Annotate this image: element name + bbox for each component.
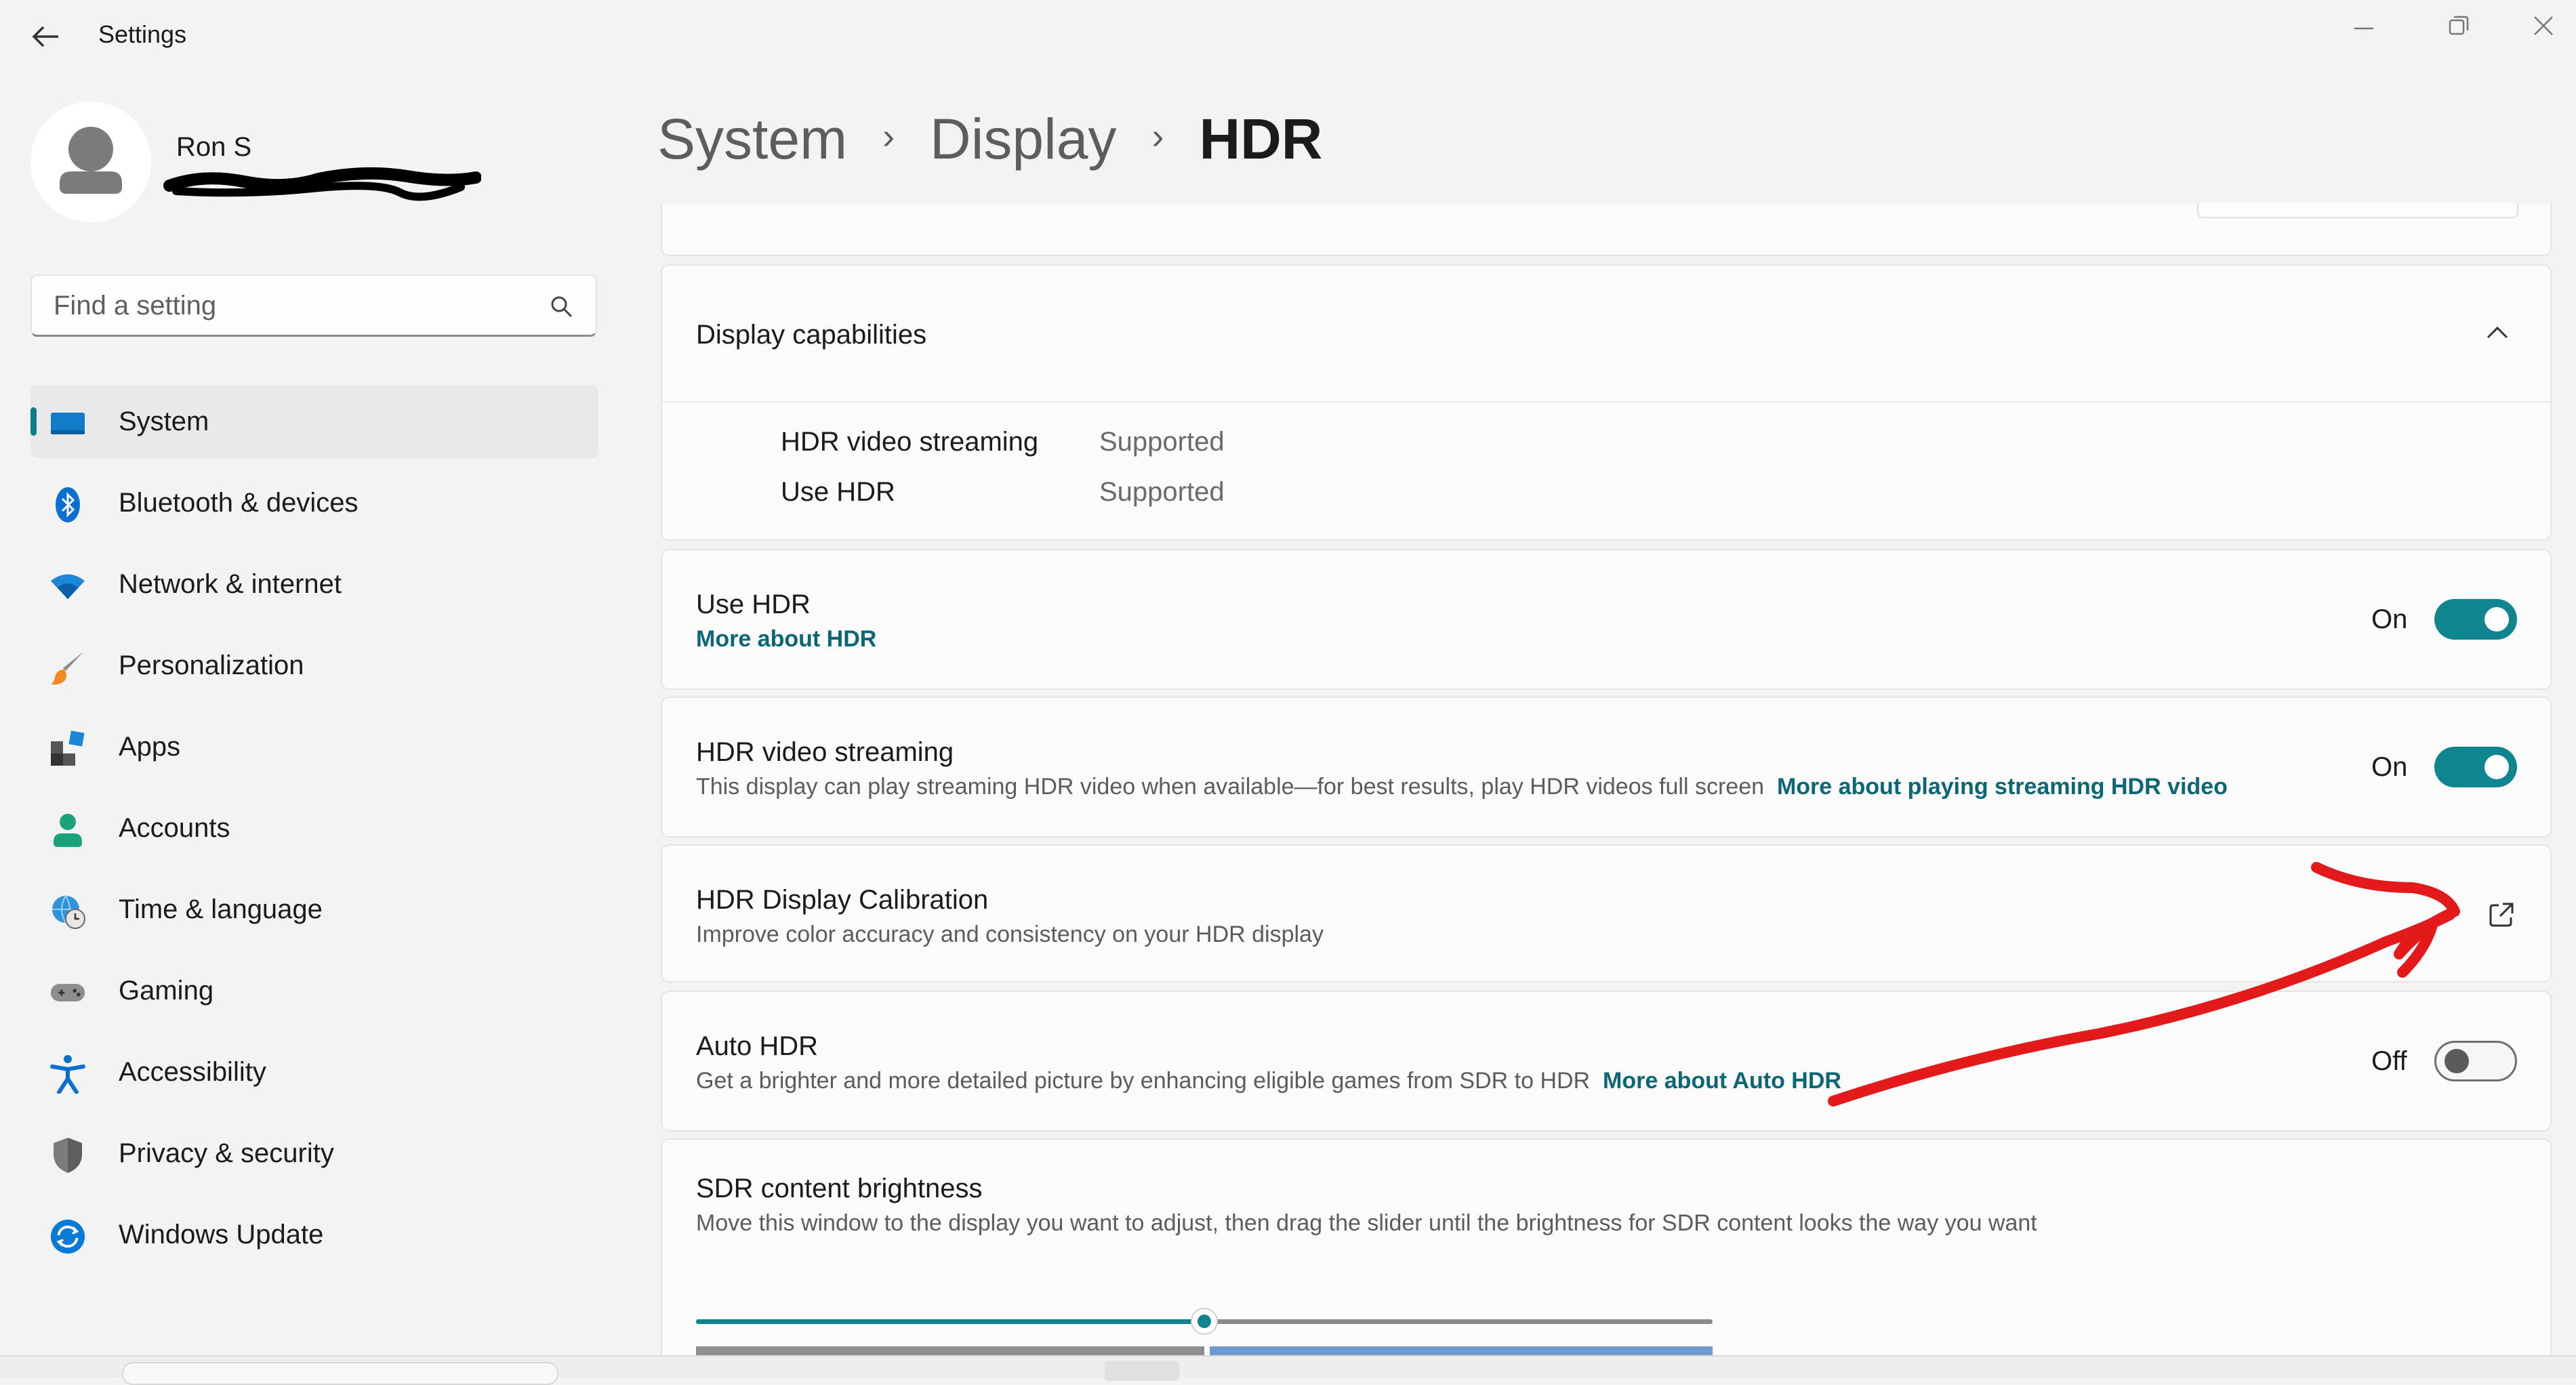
annotation-arrow [1828,862,2460,1107]
